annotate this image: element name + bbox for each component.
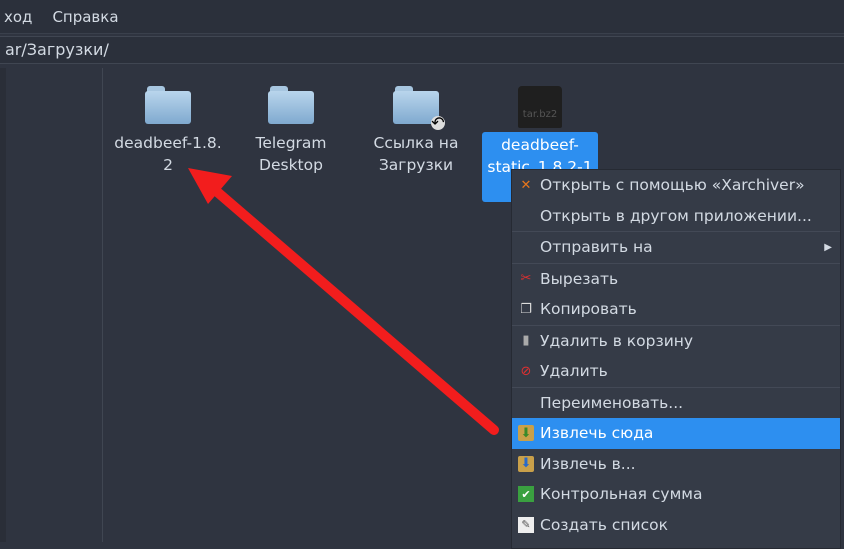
menu-item-extract-to[interactable]: ⬇ Извлечь в... <box>512 449 840 480</box>
extract-to-icon: ⬇ <box>518 455 534 472</box>
menu-label: Извлечь в... <box>540 454 636 473</box>
menu-label: Переименовать... <box>540 393 684 412</box>
menu-label: Контрольная сумма <box>540 485 703 504</box>
copy-icon: ❐ <box>520 301 532 317</box>
menu-item-cut[interactable]: ✂ Вырезать <box>512 264 840 295</box>
menu-label: Отправить на <box>540 238 653 257</box>
menu-label: Вырезать <box>540 269 619 288</box>
create-list-icon: ✎ <box>518 516 534 533</box>
menu-item-create-list[interactable]: ✎ Создать список <box>512 510 840 541</box>
extract-here-icon: ⬇ <box>518 425 534 442</box>
menu-label: Копировать <box>540 300 637 319</box>
checksum-icon: ✔ <box>518 486 534 503</box>
trash-icon: ▮ <box>522 333 530 349</box>
menu-item-delete[interactable]: ⊘ Удалить <box>512 356 840 387</box>
delete-icon: ⊘ <box>520 363 532 379</box>
menu-label: Создать список <box>540 515 668 534</box>
menu-label: Открыть в другом приложении... <box>540 206 812 225</box>
menu-item-checksum[interactable]: ✔ Контрольная сумма <box>512 479 840 510</box>
menu-item-send-to[interactable]: Отправить на ▶ <box>512 232 840 263</box>
xarchiver-icon: ✕ <box>520 177 532 193</box>
menu-label: Извлечь сюда <box>540 424 654 443</box>
menu-item-open-xarchiver[interactable]: ✕ Открыть с помощью «Xarchiver» <box>512 170 840 201</box>
menu-item-copy[interactable]: ❐ Копировать <box>512 294 840 325</box>
menu-item-trash[interactable]: ▮ Удалить в корзину <box>512 326 840 357</box>
menu-item-rename[interactable]: Переименовать... <box>512 388 840 419</box>
menu-item-extract-here[interactable]: ⬇ Извлечь сюда <box>512 418 840 449</box>
menu-label: Удалить в корзину <box>540 331 694 350</box>
scissors-icon: ✂ <box>520 271 532 287</box>
menu-label: Открыть с помощью «Xarchiver» <box>540 176 805 195</box>
submenu-arrow-icon: ▶ <box>824 241 832 253</box>
menu-item-open-other[interactable]: Открыть в другом приложении... <box>512 201 840 232</box>
menu-label: Удалить <box>540 362 608 381</box>
context-menu: ✕ Открыть с помощью «Xarchiver» Открыть в… <box>511 169 841 549</box>
